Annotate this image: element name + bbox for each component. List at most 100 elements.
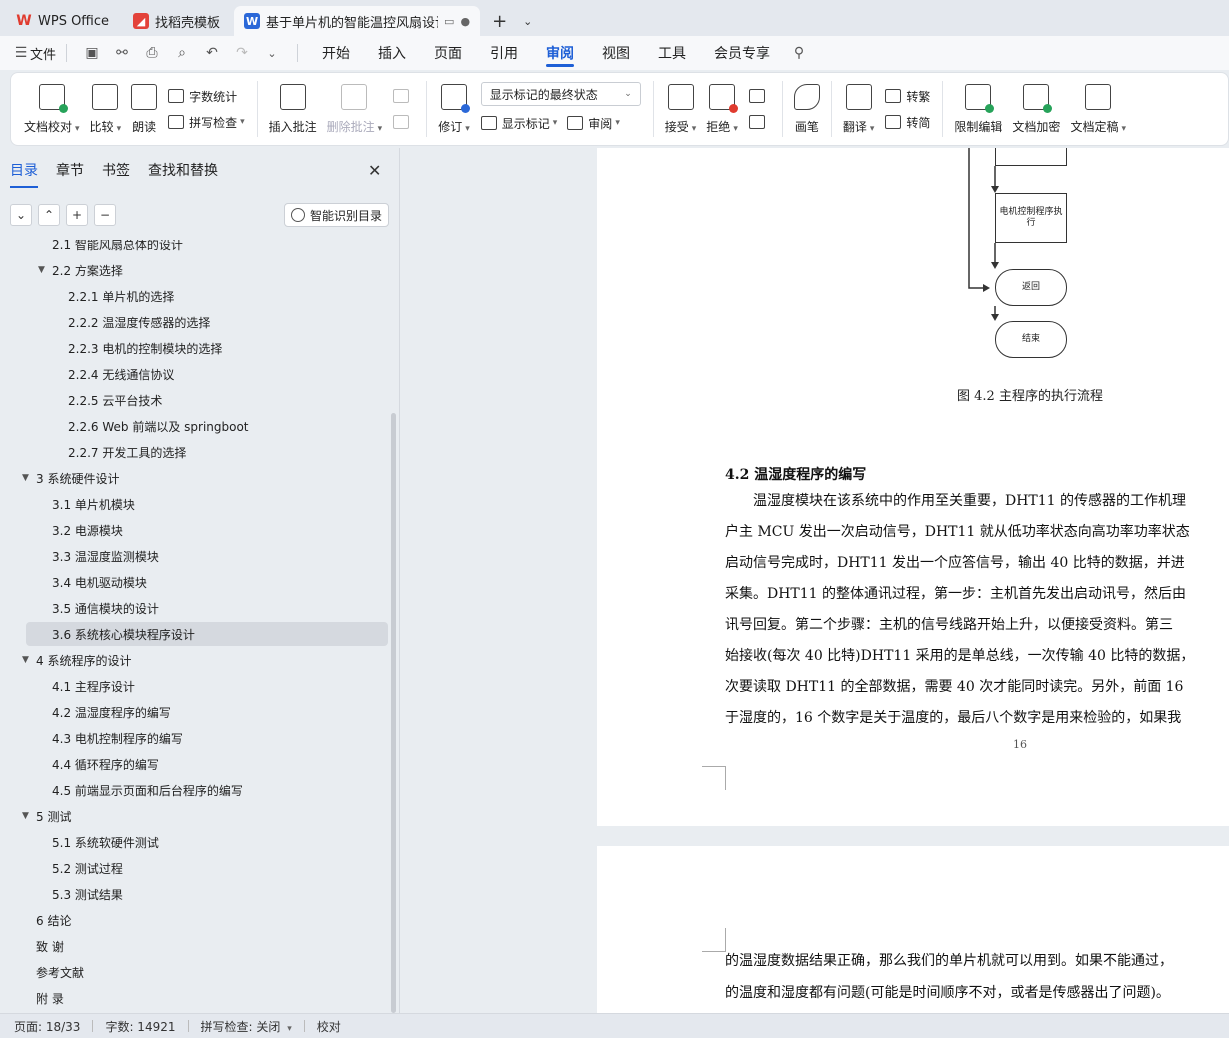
toc-item[interactable]: 4.2 温湿度程序的编写 — [52, 700, 171, 724]
spell-check-indicator[interactable]: 拼写检查: 关闭 ▾ — [201, 1018, 292, 1035]
translate-button[interactable]: 翻译 ▾ — [838, 76, 880, 142]
toc-item[interactable]: 2.2.3 电机的控制模块的选择 — [68, 336, 222, 360]
tab-wps-office[interactable]: W WPS Office — [6, 6, 119, 36]
toc-item[interactable]: 5.1 系统软硬件测试 — [52, 830, 159, 854]
next-revision-button[interactable] — [748, 109, 770, 135]
redo-icon[interactable]: ↷ — [227, 40, 257, 66]
tab-member[interactable]: 会员专享 — [700, 36, 784, 70]
toc-item[interactable]: 3.4 电机驱动模块 — [52, 570, 147, 594]
spell-check-button[interactable]: 拼写检查 ▾ — [168, 109, 245, 135]
tab-tools[interactable]: 工具 — [644, 36, 700, 70]
expand-triangle-icon[interactable]: ▼ — [22, 811, 36, 821]
toc-item[interactable]: ▼ 3 系统硬件设计 — [22, 466, 119, 490]
remove-heading-icon[interactable]: − — [94, 204, 116, 226]
revise-button[interactable]: 修订 ▾ — [433, 76, 475, 142]
writer-logo-icon: W — [244, 13, 261, 29]
tab-document[interactable]: W 基于单片机的智能温控风扇设计 ▭ ● — [234, 6, 481, 36]
monitor-icon[interactable]: ▭ — [444, 15, 454, 28]
encrypt-button[interactable]: 文档加密 — [1007, 76, 1065, 142]
to-traditional-button[interactable]: 转繁 — [885, 83, 930, 109]
smart-toc-button[interactable]: 智能识别目录 — [284, 203, 390, 227]
doc-check-button[interactable]: 文档校对 ▾ — [19, 76, 85, 142]
restrict-edit-button[interactable]: 限制编辑 — [949, 76, 1007, 142]
tab-home[interactable]: 开始 — [308, 36, 364, 70]
toc-item[interactable]: 2.2.1 单片机的选择 — [68, 284, 174, 308]
tab-review[interactable]: 审阅 — [532, 36, 588, 70]
sidebar-scrollbar[interactable] — [391, 413, 396, 1013]
reject-button[interactable]: 拒绝 ▾ — [701, 76, 743, 142]
toc-item[interactable]: 5.3 测试结果 — [52, 882, 123, 906]
new-tab-button[interactable]: + — [484, 6, 515, 36]
toc-item[interactable]: 附 录 — [36, 986, 64, 1010]
add-heading-icon[interactable]: + — [66, 204, 88, 226]
tab-page[interactable]: 页面 — [420, 36, 476, 70]
next-comment-button[interactable] — [393, 109, 414, 135]
collapse-all-icon[interactable]: ⌄ — [10, 204, 32, 226]
tab-bookmarks[interactable]: 书签 — [102, 160, 130, 188]
search-icon[interactable]: ⚲ — [784, 40, 814, 66]
toc-item[interactable]: 3.2 电源模块 — [52, 518, 123, 542]
print-icon[interactable]: ⎙ — [137, 40, 167, 66]
page-indicator[interactable]: 页面: 18/33 — [14, 1018, 80, 1035]
toc-item[interactable]: 4.5 前端显示页面和后台程序的编写 — [52, 778, 243, 802]
toc-item-selected[interactable]: 3.6 系统核心模块程序设计 — [26, 622, 388, 646]
tab-references[interactable]: 引用 — [476, 36, 532, 70]
toc-item[interactable]: 2.2.6 Web 前端以及 springboot — [68, 414, 249, 438]
document-canvas[interactable]: 电机控制程序执行 返回 结束 图 4.2 主程序的执行流程 4.2 温湿度程序的… — [401, 148, 1229, 1013]
toc-item[interactable]: 3.3 温湿度监测模块 — [52, 544, 159, 568]
toc-item[interactable]: 2.1 智能风扇总体的设计 — [52, 240, 183, 256]
tab-find-replace[interactable]: 查找和替换 — [148, 160, 218, 188]
toc-item[interactable]: 2.2.2 温湿度传感器的选择 — [68, 310, 210, 334]
expand-triangle-icon[interactable]: ▼ — [22, 655, 36, 665]
more-chevron-icon[interactable]: ⌄ — [257, 40, 287, 66]
toc-item[interactable]: 4.3 电机控制程序的编写 — [52, 726, 183, 750]
prev-revision-button[interactable] — [748, 83, 770, 109]
toc-item[interactable]: ▼ 2.2 方案选择 — [38, 258, 123, 282]
show-markup-button[interactable]: 显示标记 ▾ — [480, 110, 557, 136]
share-link-icon[interactable]: ⚯ — [107, 40, 137, 66]
tab-template[interactable]: ◢ 找稻壳模板 — [123, 6, 230, 36]
close-icon[interactable]: ✕ — [368, 161, 381, 180]
toc-item[interactable]: 4.4 循环程序的编写 — [52, 752, 159, 776]
tab-insert[interactable]: 插入 — [364, 36, 420, 70]
compare-button[interactable]: 比较 ▾ — [85, 76, 127, 142]
tab-sections[interactable]: 章节 — [56, 160, 84, 188]
insert-comment-button[interactable]: 插入批注 — [264, 76, 322, 142]
print-preview-icon[interactable]: ⌕ — [167, 40, 197, 66]
prev-comment-button[interactable] — [393, 83, 414, 109]
display-state-select[interactable]: 显示标记的最终状态 ⌄ — [480, 82, 641, 106]
delete-comment-button[interactable]: 删除批注 ▾ — [322, 76, 388, 142]
read-aloud-button[interactable]: 朗读 — [126, 76, 162, 142]
pen-button[interactable]: 画笔 — [789, 76, 825, 142]
reject-icon — [709, 83, 739, 113]
tab-list-chevron-icon[interactable]: ⌄ — [515, 6, 540, 36]
toc-item[interactable]: 6 结论 — [36, 908, 71, 932]
toc-item[interactable]: 参考文献 — [36, 960, 84, 984]
toc-item[interactable]: 2.2.7 开发工具的选择 — [68, 440, 186, 464]
word-count-button[interactable]: 字数统计 — [168, 83, 245, 109]
word-count-indicator[interactable]: 字数: 14921 — [105, 1018, 175, 1035]
to-simplified-button[interactable]: 转简 — [885, 109, 930, 135]
accept-button[interactable]: 接受 ▾ — [660, 76, 702, 142]
toc-item[interactable]: ▼ 5 测试 — [22, 804, 71, 828]
toc-item[interactable]: 2.2.5 云平台技术 — [68, 388, 162, 412]
proofread-indicator[interactable]: 校对 — [317, 1018, 341, 1035]
review-pane-button[interactable]: 审阅 ▾ — [567, 110, 620, 136]
save-icon[interactable]: ▣ — [77, 40, 107, 66]
undo-icon[interactable]: ↶ — [197, 40, 227, 66]
tab-view[interactable]: 视图 — [588, 36, 644, 70]
expand-up-icon[interactable]: ⌃ — [38, 204, 60, 226]
expand-triangle-icon[interactable]: ▼ — [22, 473, 36, 483]
toc-item[interactable]: 3.5 通信模块的设计 — [52, 596, 159, 620]
toc-item[interactable]: 致 谢 — [36, 934, 64, 958]
file-menu[interactable]: ☰ 文件 — [12, 40, 56, 66]
tab-toc[interactable]: 目录 — [10, 160, 38, 188]
expand-triangle-icon[interactable]: ▼ — [38, 265, 52, 275]
toc-item[interactable]: 4.1 主程序设计 — [52, 674, 135, 698]
finalize-button[interactable]: 文档定稿 ▾ — [1065, 76, 1131, 142]
unsaved-dot-icon[interactable]: ● — [460, 15, 470, 28]
toc-item[interactable]: 3.1 单片机模块 — [52, 492, 135, 516]
toc-item[interactable]: ▼ 4 系统程序的设计 — [22, 648, 131, 672]
toc-item[interactable]: 2.2.4 无线通信协议 — [68, 362, 174, 386]
toc-item[interactable]: 5.2 测试过程 — [52, 856, 123, 880]
